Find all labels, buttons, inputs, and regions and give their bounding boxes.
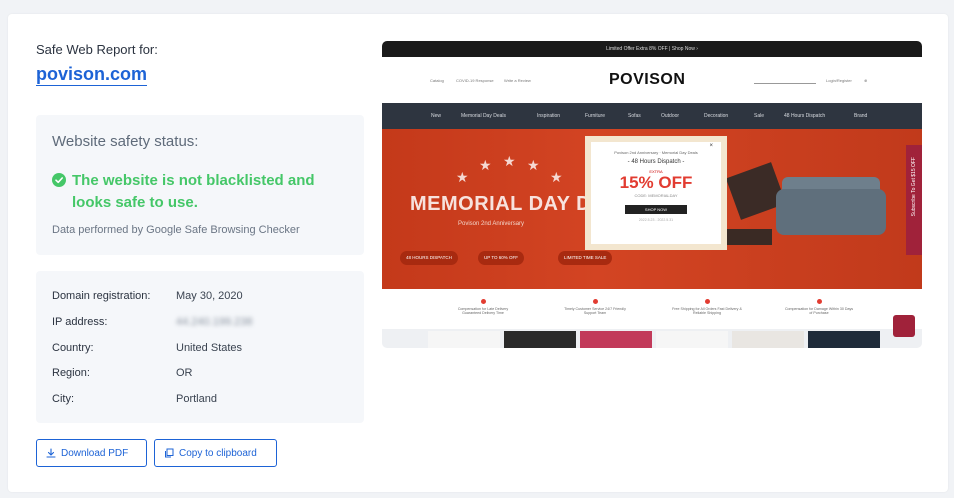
popup-dispatch: - 48 Hours Dispatch - <box>627 159 685 165</box>
site-account-link: Login/Register <box>826 78 852 83</box>
subscribe-side-tab: Subscribe To Get $15 OFF <box>906 145 922 255</box>
info-row-domain-registration: Domain registration: May 30, 2020 <box>52 288 352 304</box>
product-tile <box>808 331 880 348</box>
site-nav-item: Inspiration <box>537 113 561 119</box>
site-nav-item: Brand <box>854 113 868 119</box>
popup-fine-print: 2022.5.23 - 2022.5.31 <box>638 218 674 222</box>
info-key: Domain registration: <box>52 290 151 302</box>
hero-pill: LIMITED TIME SALE <box>558 251 613 265</box>
popup-code: CODE: MEMORIALDAY <box>634 193 678 198</box>
hero-pill: 48 HOURS DISPATCH <box>400 251 458 265</box>
info-value: United States <box>176 342 243 354</box>
info-key: Country: <box>52 342 94 354</box>
info-row-country: Country: United States <box>52 340 352 356</box>
info-value: OR <box>176 367 193 379</box>
domain-info-panel: Domain registration: May 30, 2020 IP add… <box>36 271 364 423</box>
site-product-strip <box>382 329 922 348</box>
site-feature-text: Free Shipping for All Orders Fast Delive… <box>672 307 742 315</box>
popup-offer: 15% OFF <box>619 173 693 192</box>
site-features-strip: Compensation for Late Delivery Guarantee… <box>382 289 922 329</box>
sofa-image <box>776 189 886 235</box>
safety-status-title: Website safety status: <box>52 133 199 150</box>
feature-icon <box>704 299 710 304</box>
info-key: City: <box>52 393 74 405</box>
site-header: Catalog COVID-19 Response Write a Review… <box>382 57 922 103</box>
site-feature-text: Timely Customer Service 24/7 Friendly Su… <box>564 307 626 315</box>
site-feature-text: Compensation for Damage Within 30 Days o… <box>784 307 854 315</box>
download-pdf-button[interactable]: Download PDF <box>36 439 147 467</box>
site-nav-item: Sale <box>754 113 765 119</box>
site-feature: Compensation for Damage Within 30 Days o… <box>784 299 854 315</box>
subscribe-side-tab-label: Subscribe To Get $15 OFF <box>911 157 917 217</box>
safety-status-panel: Website safety status: The website is no… <box>36 115 364 255</box>
site-nav-item: 48 Hours Dispatch <box>784 113 826 119</box>
info-value: Portland <box>176 393 217 405</box>
chat-icon <box>893 315 915 337</box>
download-icon <box>46 448 56 458</box>
product-tile <box>428 331 500 348</box>
site-search-icon <box>754 78 816 84</box>
product-tile <box>656 331 728 348</box>
site-nav-item: Memorial Day Deals <box>461 113 507 119</box>
product-tile <box>732 331 804 348</box>
product-tile <box>580 331 652 348</box>
info-value: May 30, 2020 <box>176 290 243 302</box>
safety-status-text: The website is not blacklisted and looks… <box>72 172 315 211</box>
site-promo-bar: Limited Offer Extra 8% OFF | Shop Now › <box>382 41 922 57</box>
star-icon: ★ <box>527 157 540 173</box>
site-nav-item: Decoration <box>704 113 729 119</box>
copy-to-clipboard-label: Copy to clipboard <box>179 447 257 459</box>
hero-pill: UP TO 60% OFF <box>478 251 525 265</box>
info-row-region: Region: OR <box>52 365 352 381</box>
site-nav: New Memorial Day Deals Inspiration Furni… <box>382 103 922 129</box>
copy-to-clipboard-button[interactable]: Copy to clipboard <box>154 439 277 467</box>
info-value-blurred: 44.240.199.238 <box>176 316 253 328</box>
star-icon: ★ <box>503 153 516 169</box>
info-key: Region: <box>52 367 90 379</box>
website-screenshot: Limited Offer Extra 8% OFF | Shop Now › … <box>382 41 922 348</box>
data-source-note: Data performed by Google Safe Browsing C… <box>52 224 300 236</box>
product-tile <box>504 331 576 348</box>
site-header-link: COVID-19 Response <box>456 78 494 83</box>
site-cart-icon: ⊕ <box>864 78 868 83</box>
info-key: IP address: <box>52 316 108 328</box>
site-feature: Compensation for Late Delivery Guarantee… <box>448 299 518 315</box>
promo-popup: × Povison 2nd Anniversary · Memorial Day… <box>585 136 727 250</box>
info-row-city: City: Portland <box>52 391 352 407</box>
star-icon: ★ <box>456 169 469 185</box>
site-nav-item: Sofas <box>628 113 641 119</box>
feature-icon <box>816 299 822 304</box>
report-card: Safe Web Report for: povison.com Website… <box>8 14 948 492</box>
site-feature: Timely Customer Service 24/7 Friendly Su… <box>560 299 630 315</box>
site-feature: Free Shipping for All Orders Fast Delive… <box>672 299 742 315</box>
site-header-link: Write a Review <box>504 78 531 83</box>
site-nav-item: Furniture <box>585 113 606 119</box>
domain-link[interactable]: povison.com <box>36 64 148 86</box>
site-logo: POVISON <box>609 71 686 88</box>
popup-heading: Povison 2nd Anniversary · Memorial Day D… <box>614 150 698 155</box>
promo-popup-body: × Povison 2nd Anniversary · Memorial Day… <box>591 142 721 244</box>
site-nav-item: New <box>431 113 442 119</box>
popup-cta: SHOP NOW <box>625 205 687 214</box>
star-icon: ★ <box>550 169 563 185</box>
star-icon: ★ <box>479 157 492 173</box>
hero-subtitle: Povison 2nd Anniversary <box>458 221 525 227</box>
feature-icon <box>480 299 486 304</box>
info-row-ip-address: IP address: 44.240.199.238 <box>52 314 352 330</box>
site-feature-text: Compensation for Late Delivery Guarantee… <box>457 307 509 315</box>
report-label: Safe Web Report for: <box>36 42 158 57</box>
site-nav-item: Outdoor <box>661 113 680 119</box>
feature-icon <box>592 299 598 304</box>
check-circle-icon <box>52 173 66 187</box>
safety-status-message: The website is not blacklisted and looks… <box>52 170 342 214</box>
site-header-link: Catalog <box>430 78 444 83</box>
download-pdf-label: Download PDF <box>61 447 129 459</box>
close-icon: × <box>709 143 713 149</box>
copy-icon <box>165 448 174 458</box>
